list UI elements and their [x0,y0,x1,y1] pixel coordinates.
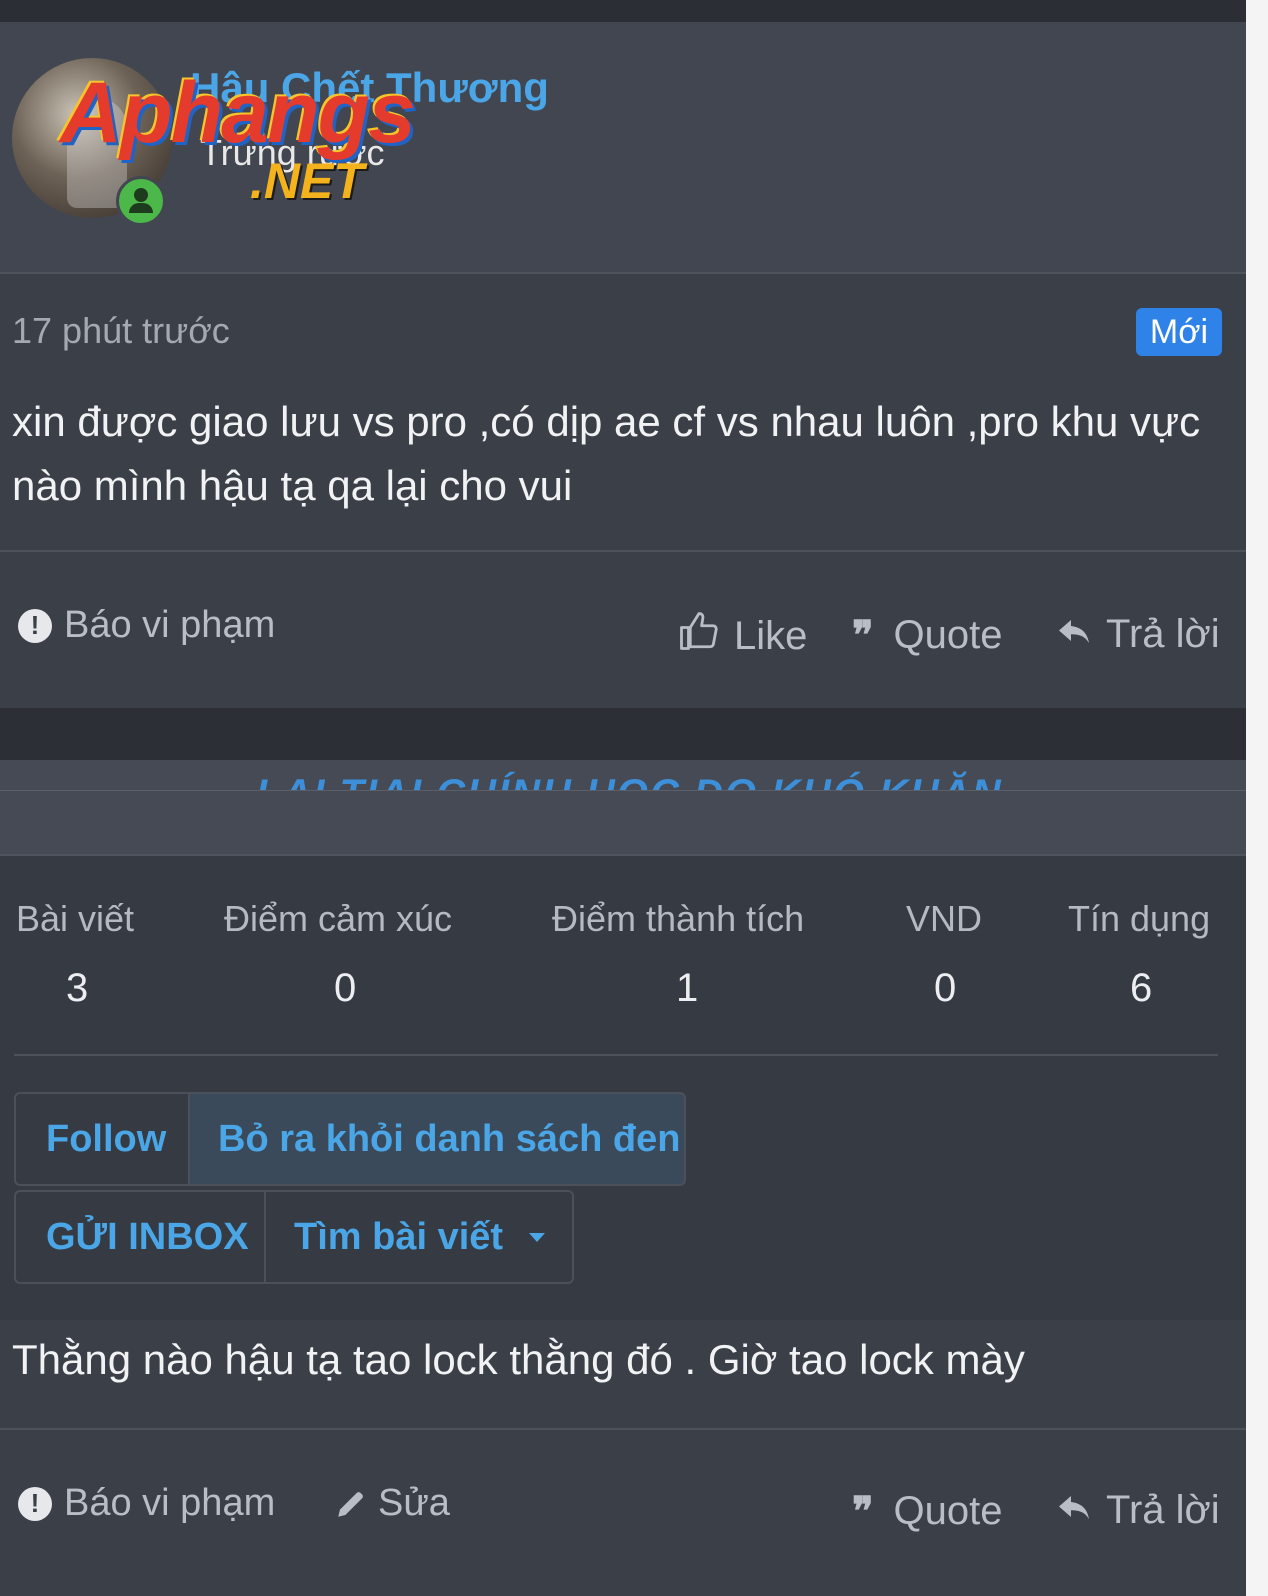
post-header: Hậu Chết Thương Trứng rước Aphangs .NET [0,22,1268,274]
stat-value-vnd: 0 [934,966,957,1010]
send-inbox-button[interactable]: GỬI INBOX [14,1190,266,1284]
reply-arrow-icon [1056,612,1092,657]
watermark-logo: Aphangs [60,65,416,161]
reply-arrow-icon [1056,1488,1092,1533]
report-label: Báo vi phạm [64,604,276,646]
report-button[interactable]: ! Báo vi phạm [18,1482,275,1525]
edit-button[interactable]: Sửa [334,1482,450,1525]
signature-banner: LẠI TIAI CHÍNH HỌC DO KHÓ KHĂN [0,760,1268,856]
stat-value-credit: 6 [1130,966,1153,1010]
report-label: Báo vi phạm [64,1482,276,1524]
quote-icon: ❞ [852,1488,873,1535]
reply-button[interactable]: Trả lời [1056,1488,1220,1533]
caret-down-icon [529,1232,546,1242]
divider [0,1428,1268,1430]
like-label: Like [734,613,808,658]
unblock-button[interactable]: Bỏ ra khỏi danh sách đen [188,1092,686,1186]
find-posts-label: Tìm bài viết [294,1215,504,1258]
right-edge [1246,0,1268,1596]
post-timestamp[interactable]: 17 phút trước [12,310,230,352]
watermark-logo-sub: .NET [250,153,364,209]
pencil-icon [334,1487,368,1521]
reply-label: Trả lời [1106,1488,1220,1532]
quote-label: Quote [893,1489,1003,1533]
top-strip [0,0,1268,22]
profile-card: LẠI TIAI CHÍNH HỌC DO KHÓ KHĂN Bài viết … [0,760,1268,1320]
quote-icon: ❞ [852,612,873,659]
online-status-icon [116,176,166,226]
quote-button[interactable]: ❞ Quote [852,612,1003,659]
divider [0,550,1268,552]
stat-label-credit: Tín dụng [1068,898,1211,939]
reply-label: Trả lời [1106,612,1220,656]
thumbs-up-icon [678,610,720,662]
follow-button[interactable]: Follow [14,1092,190,1186]
report-button[interactable]: ! Báo vi phạm [18,604,275,647]
post-content: Thằng nào hậu tạ tao lock thằng đó . Giờ… [12,1336,1025,1383]
section-gap [0,708,1268,760]
quote-label: Quote [893,613,1003,657]
stat-label-posts: Bài viết [16,898,135,939]
stat-value-trophies: 1 [676,966,699,1010]
reply-button[interactable]: Trả lời [1056,612,1220,657]
like-button[interactable]: Like [678,610,807,662]
post-content: xin được giao lưu vs pro ,có dịp ae cf v… [12,398,1201,509]
exclamation-icon: ! [18,1486,52,1521]
send-inbox-label: GỬI INBOX [46,1215,249,1258]
stat-value-posts: 3 [66,966,89,1010]
quote-button[interactable]: ❞ Quote [852,1488,1003,1535]
exclamation-icon: ! [18,608,52,643]
find-posts-dropdown[interactable]: Tìm bài viết [264,1190,574,1284]
unblock-label: Bỏ ra khỏi danh sách đen [218,1117,681,1160]
new-badge: Mới [1136,308,1222,356]
post-card: Hậu Chết Thương Trứng rước Aphangs .NET … [0,22,1268,722]
stat-label-vnd: VND [906,898,983,939]
divider [14,1054,1218,1056]
follow-label: Follow [46,1117,167,1160]
edit-label: Sửa [378,1482,450,1524]
post-card: Thằng nào hậu tạ tao lock thằng đó . Giờ… [0,1320,1268,1596]
stat-label-reactions: Điểm cảm xúc [224,898,453,939]
stat-label-trophies: Điểm thành tích [552,898,805,939]
stat-value-reactions: 0 [334,966,357,1010]
